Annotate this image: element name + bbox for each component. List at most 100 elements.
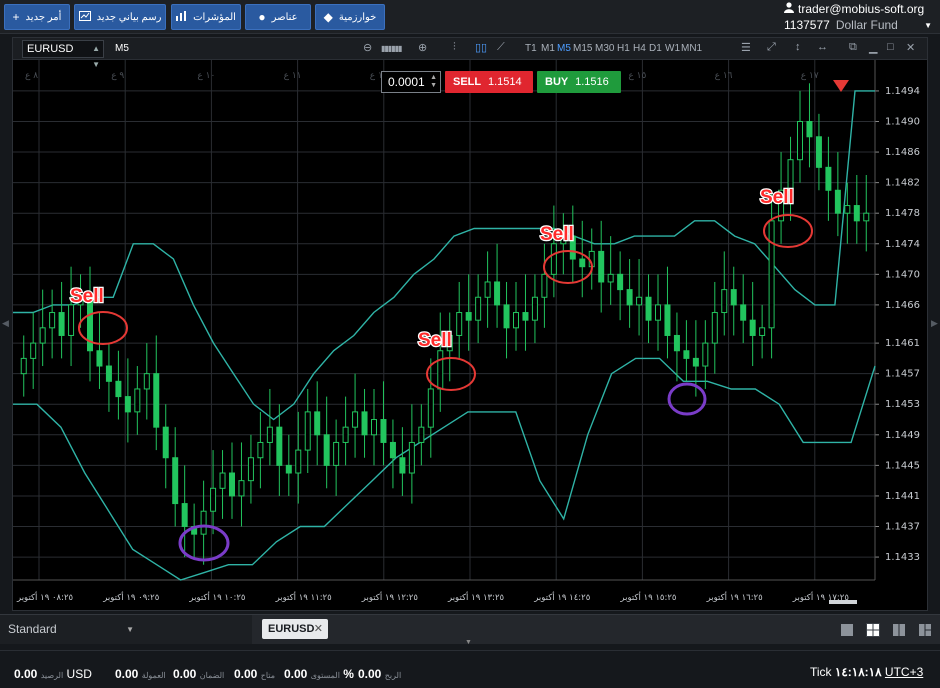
candle-bull — [456, 312, 463, 336]
timeframe-m15[interactable]: M15 — [573, 43, 592, 54]
buy-button[interactable]: BUY 1.1516 — [537, 71, 621, 93]
x-tick-label: ١٤:٢٥ ١٩ أكتوبر — [533, 591, 590, 603]
timeframe-h4[interactable]: H4 — [633, 43, 646, 54]
candle-bear — [579, 258, 586, 268]
candle-bear — [124, 396, 131, 413]
zoom-out-icon[interactable]: ⊖ — [363, 41, 372, 54]
hour-label: ٨ ع — [25, 71, 38, 81]
layout-columns-icon[interactable] — [892, 623, 906, 637]
collateral-status: 0.00 الضمان — [173, 667, 224, 681]
upper-band-line — [13, 90, 875, 421]
timeframe-m1[interactable]: M1 — [541, 43, 555, 54]
candle-bear — [323, 434, 330, 466]
candle-bull — [295, 449, 302, 474]
candle-chart-icon[interactable]: ▯▯ — [475, 41, 487, 54]
candle-bear — [825, 166, 832, 191]
tab-eurusd[interactable]: EURUSD ✕ — [262, 619, 328, 639]
crosshair-icon[interactable]: ⤢ — [767, 41, 776, 54]
vertical-scale-icon[interactable]: ↕ — [795, 41, 801, 53]
y-tick-label: 1.1474 — [885, 239, 920, 250]
timeframe-t1[interactable]: T1 — [525, 43, 537, 54]
horizontal-scale-icon[interactable]: ↔ — [817, 41, 828, 53]
zoom-slider[interactable]: ▮▮▮▮▮▮ — [381, 44, 402, 53]
candle-bear — [740, 304, 747, 321]
plus-icon: + — [12, 10, 20, 24]
layout-split-icon[interactable] — [918, 623, 932, 637]
collateral-value: 0.00 — [173, 667, 197, 681]
new-order-button[interactable]: + أمر جديد — [4, 4, 70, 30]
volume-value: 0.0001 — [388, 75, 425, 89]
candle-bull — [408, 441, 415, 474]
collapse-left-icon[interactable]: ◀ — [2, 318, 9, 329]
hour-label: ١١ ع — [284, 71, 302, 81]
candle-bear — [181, 503, 188, 528]
x-tick-label: ١٣:٢٥ ١٩ أكتوبر — [447, 591, 504, 603]
close-tab-icon[interactable]: ✕ — [314, 619, 323, 639]
timeframe-h1[interactable]: H1 — [617, 43, 630, 54]
candle-bear — [96, 350, 103, 367]
bar-chart-icon[interactable]: ⫶ — [453, 41, 456, 54]
collapse-right-icon[interactable]: ▶ — [931, 318, 938, 329]
candle-bull — [371, 419, 377, 436]
minimize-icon[interactable]: ▁ — [869, 41, 877, 54]
candle-bear — [380, 419, 387, 443]
popout-icon[interactable]: ⧉ — [849, 41, 857, 54]
volume-input[interactable]: 0.0001 ▲ ▼ — [381, 71, 441, 93]
price-chart[interactable]: ٨ ع ٠٨:٢٥ ١٩ أكتوبر ٩ ع ٠٩:٢٥ ١٩ أكتوبر ١٠ ع… — [13, 60, 927, 610]
commission-status: 0.00 العمولة — [115, 667, 166, 681]
candle-bear — [115, 380, 122, 398]
candle-bull — [636, 296, 643, 306]
tab-eurusd-label: EURUSD — [268, 623, 315, 635]
line-chart-icon[interactable]: ⟋ — [497, 41, 505, 54]
close-icon[interactable]: ✕ — [906, 41, 915, 54]
candle-bull — [39, 327, 46, 344]
y-tick-label: 1.1433 — [885, 552, 920, 563]
hour-label: ١٥ ع — [628, 71, 646, 81]
candle-bull — [200, 510, 207, 535]
sell-button[interactable]: SELL 1.1514 — [445, 71, 533, 93]
collateral-label: الضمان — [199, 671, 225, 680]
timeframe-m5[interactable]: M5 — [557, 43, 571, 54]
user-icon — [784, 2, 794, 16]
zoom-in-icon[interactable]: ⊕ — [418, 41, 427, 54]
algorithm-button[interactable]: ◆ خوارزمية — [315, 4, 385, 30]
new-chart-button[interactable]: رسم بياني جديد — [74, 4, 166, 30]
candle-bear — [598, 250, 605, 283]
maximize-icon[interactable]: □ — [887, 41, 894, 53]
algorithm-label: خوارزمية — [338, 11, 377, 23]
level-unit: % — [343, 667, 354, 681]
candle-bear — [276, 426, 283, 466]
account-balance: 1137577 — [784, 18, 830, 32]
chevron-down-icon[interactable]: ▼ — [924, 21, 932, 30]
account-info[interactable]: trader@mobius-soft.org 1137577 Dollar Fu… — [784, 2, 932, 32]
candle-bull — [797, 120, 803, 161]
symbol-selector[interactable]: EURUSD ▲ ▼ — [22, 40, 104, 69]
profit-status: 0.00 الربح — [358, 667, 401, 681]
commission-value: 0.00 — [115, 667, 139, 681]
candle-bull — [844, 205, 851, 214]
elements-button[interactable]: ● عناصر — [245, 4, 311, 30]
collapse-panel-icon[interactable]: ▼ — [465, 639, 472, 646]
layout-grid-icon[interactable] — [866, 623, 880, 637]
clock-status[interactable]: Tick ١٤:١٨:١٨ UTC+3 — [810, 665, 923, 679]
layout-single-icon[interactable] — [840, 623, 854, 637]
hour-label: ١٦ ع — [715, 71, 733, 81]
candle-bull — [531, 296, 538, 321]
candle-bull — [20, 357, 27, 375]
timeframe-d1[interactable]: D1 — [649, 43, 662, 54]
timeframe-mn1[interactable]: MN1 — [681, 43, 702, 54]
menu-icon[interactable]: ☰ — [741, 41, 751, 54]
layout-selector[interactable]: Standard ▼ — [0, 615, 252, 644]
timeframe-w1[interactable]: W1 — [665, 43, 680, 54]
x-tick-label: ١٠:٢٥ ١٩ أكتوبر — [188, 591, 245, 603]
commission-label: العمولة — [141, 671, 166, 680]
main-toolbar: + أمر جديد رسم بياني جديد المؤشرات ● عنا… — [0, 0, 940, 34]
candle-bull — [711, 312, 718, 344]
y-tick-label: 1.1486 — [885, 147, 920, 158]
indicators-button[interactable]: المؤشرات — [171, 4, 241, 30]
candle-bear — [389, 441, 396, 459]
y-tick-label: 1.1461 — [885, 338, 920, 349]
hour-label: ٩ ع — [111, 71, 124, 81]
timeframe-m30[interactable]: M30 — [595, 43, 614, 54]
level-status: 0.00 المستوى % — [284, 667, 354, 681]
